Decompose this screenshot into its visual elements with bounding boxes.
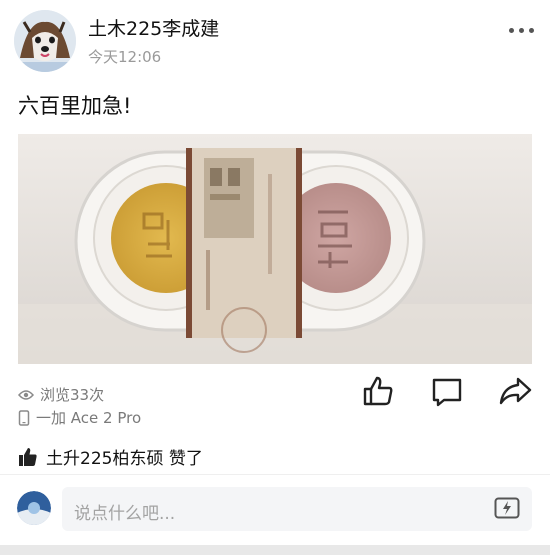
- device-label: 一加 Ace 2 Pro: [36, 409, 142, 427]
- comment-placeholder: 说点什么吧...: [74, 504, 176, 524]
- user-avatar[interactable]: [14, 10, 76, 72]
- current-user-avatar: [17, 491, 51, 525]
- phone-icon: [18, 409, 30, 426]
- comment-icon[interactable]: [430, 374, 464, 408]
- thumbs-up-icon: [19, 447, 37, 466]
- share-icon[interactable]: [498, 374, 532, 408]
- comment-input[interactable]: 说点什么吧...: [62, 487, 532, 531]
- bottom-bar: [0, 545, 550, 555]
- divider: [0, 474, 550, 475]
- post-timestamp: 今天12:06: [88, 48, 162, 66]
- post-image[interactable]: [18, 134, 532, 364]
- likes-summary: 土升225柏东硕 赞了: [18, 444, 203, 469]
- likes-text[interactable]: 土升225柏东硕 赞了: [46, 444, 203, 469]
- more-dots-icon[interactable]: [504, 23, 534, 37]
- view-count-label: 浏览33次: [40, 386, 105, 404]
- view-count: 浏览33次: [18, 384, 104, 405]
- emoji-icon[interactable]: [494, 497, 520, 519]
- post-author-name[interactable]: 土木225李成建: [88, 14, 219, 41]
- thumbs-up-icon[interactable]: [361, 374, 395, 408]
- eye-icon: [18, 389, 34, 400]
- device-info: 一加 Ace 2 Pro: [18, 407, 141, 428]
- post-text: 六百里加急!: [18, 94, 132, 118]
